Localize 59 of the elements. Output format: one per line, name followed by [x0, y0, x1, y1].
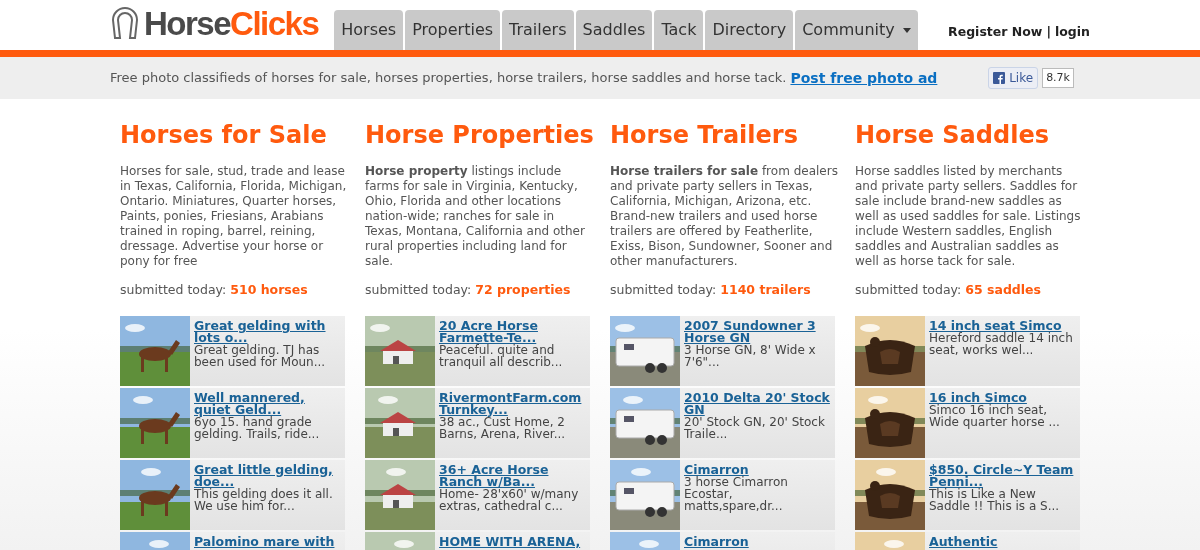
listing-title[interactable]: Cimarron	[684, 463, 831, 476]
submitted-label: submitted today:	[120, 280, 227, 299]
logo[interactable]: HorseClicks	[144, 6, 319, 40]
register-link[interactable]: Register Now	[948, 23, 1043, 42]
nav-tab[interactable]: Directory	[705, 10, 794, 50]
listing-summary: 20' Stock GN, 20' Stock Traile...	[684, 415, 826, 440]
submitted-count: 65 saddles	[965, 280, 1041, 299]
listing-title[interactable]: RivermontFarm.com Turnkey...	[439, 391, 586, 416]
section-heading[interactable]: Horse Trailers	[610, 121, 855, 150]
login-link[interactable]: login	[1055, 23, 1090, 42]
listing-title[interactable]: 14 inch seat Simco	[929, 319, 1076, 332]
separator: |	[1046, 23, 1051, 42]
horseshoe-icon	[110, 6, 140, 40]
section-heading[interactable]: Horses for Sale	[120, 121, 365, 150]
listing-summary: This is Like a New Saddle !! This is a S...	[929, 487, 1061, 512]
nav-tab[interactable]: Properties	[405, 10, 501, 50]
listing-summary: Great gelding. TJ has been used for Moun...	[194, 343, 327, 368]
listing-title[interactable]: Palomino mare with	[194, 535, 335, 548]
tagline: Free photo classifieds of horses for sale, horses properties, horse trailers, horse saddles and horse tack.	[110, 69, 787, 88]
listing-title[interactable]: Authentic	[929, 535, 998, 548]
listing-title[interactable]: Cimarron	[684, 535, 749, 548]
like-count: 8.7k	[1042, 67, 1074, 89]
listing-title[interactable]: $850. Circle~Y Team Penni...	[929, 463, 1076, 488]
nav-tab[interactable]: Tack	[654, 10, 704, 50]
nav-tab[interactable]: Saddles	[575, 10, 653, 50]
section-description: Horse property listings include farms for sale in Virginia, Kentucky, Ohio, Florida and other locations nation-wide; ranches for sale in Texas, Montana, California and other rural properties including land for sale.	[365, 163, 586, 269]
listing-summary: Hereford saddle 14 inch seat, works wel...	[929, 331, 1074, 356]
submitted-label: submitted today:	[610, 280, 717, 299]
listing-title[interactable]: 2010 Delta 20' Stock GN	[684, 391, 831, 416]
listing-title[interactable]: 20 Acre Horse Farmette-Te...	[439, 319, 586, 344]
listing-summary: Simco 16 inch seat, Wide quarter horse ...	[929, 403, 1061, 428]
listing-title[interactable]: HOME WITH ARENA,	[439, 535, 581, 548]
listing-title[interactable]: Well mannered, quiet Geld...	[194, 391, 341, 416]
listing-title[interactable]: Great little gelding, doe...	[194, 463, 341, 488]
nav-tab[interactable]: Community	[795, 10, 918, 50]
listing-summary: 3 Horse GN, 8' Wide x 7'6"...	[684, 343, 817, 368]
listing-summary: 3 horse Cimarron Ecostar, matts,spare,dr...	[684, 475, 789, 512]
section-description: Horse trailers for sale from dealers and private party sellers in Texas, California, Michigan, Arizona, etc. Brand-new trailers and used horse trailers are offered by Featherlite, Exiss, Bison, Sundowner, Sooner and other manufacturers.	[610, 163, 838, 269]
section-heading[interactable]: Horse Saddles	[855, 121, 1100, 150]
like-button[interactable]: Like	[988, 67, 1039, 89]
submitted-count: 510 horses	[230, 280, 308, 299]
submitted-count: 72 properties	[475, 280, 571, 299]
listing-title[interactable]: Great gelding with lots o...	[194, 319, 341, 344]
listing-title[interactable]: 2007 Sundowner 3 Horse GN	[684, 319, 831, 344]
section-heading[interactable]: Horse Properties	[365, 121, 610, 150]
listing-summary: Peaceful. quite and tranquil all describ...	[439, 343, 564, 368]
listing-summary: Home- 28'x60' w/many extras, cathedral c...	[439, 487, 580, 512]
post-ad-link[interactable]: Post free photo ad	[790, 67, 938, 89]
section-description: Horse saddles listed by merchants and private party sellers. Saddles for sale include brand-new saddles as well as used saddles for sale. Listings include Western saddles, English saddles and Australian saddles as well as horse tack for sale.	[855, 163, 1082, 269]
nav-tab[interactable]: Horses	[334, 10, 404, 50]
listing-summary: This gelding does it all. We use him for...	[194, 487, 334, 512]
submitted-label: submitted today:	[855, 280, 962, 299]
facebook-icon	[993, 72, 1006, 84]
listing-title[interactable]: 16 inch Simco	[929, 391, 1076, 404]
section-description: Horses for sale, stud, trade and lease in Texas, California, Florida, Michigan, Ontario. Miniatures, Quarter horses, Paints, ponies, Friesians, Arabians trained in roping, barrel, reining, dressage. Advertise your horse or pony for free	[120, 163, 348, 269]
submitted-count: 1140 trailers	[720, 280, 811, 299]
listing-title[interactable]: 36+ Acre Horse Ranch w/Ba...	[439, 463, 586, 488]
nav-tab[interactable]: Trailers	[502, 10, 574, 50]
submitted-label: submitted today:	[365, 280, 472, 299]
